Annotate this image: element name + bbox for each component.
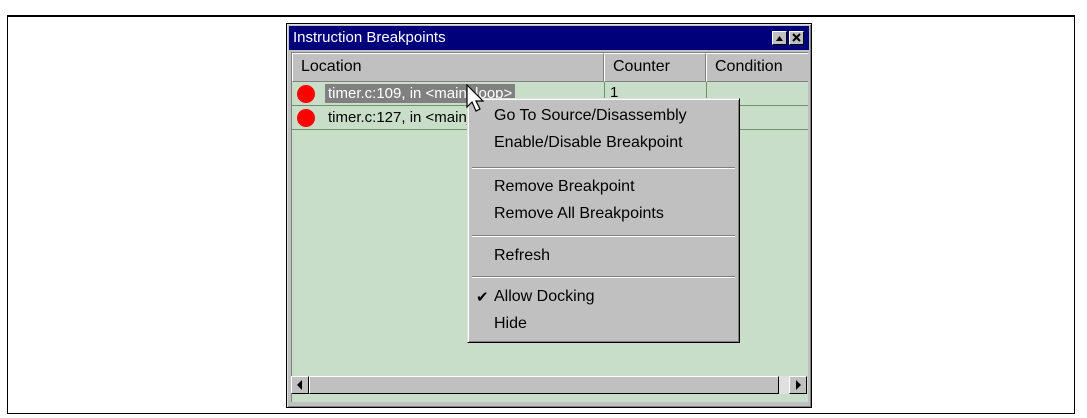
menu-item-hide[interactable]: Hide xyxy=(471,312,736,336)
menu-item-enable-disable[interactable]: Enable/Disable Breakpoint xyxy=(471,131,736,155)
menu-separator xyxy=(472,235,735,237)
window-titlebar[interactable]: Instruction Breakpoints xyxy=(289,26,809,50)
window-title: Instruction Breakpoints xyxy=(293,29,446,46)
context-menu: Go To Source/Disassembly Enable/Disable … xyxy=(467,98,740,343)
column-header-location[interactable]: Location xyxy=(292,53,604,82)
menu-item-go-to-source[interactable]: Go To Source/Disassembly xyxy=(471,104,736,128)
arrow-left-icon xyxy=(297,380,302,390)
breakpoint-icon xyxy=(297,109,315,127)
menu-item-remove-breakpoint[interactable]: Remove Breakpoint xyxy=(471,175,736,199)
scroll-thumb[interactable] xyxy=(309,376,779,394)
menu-item-remove-all[interactable]: Remove All Breakpoints xyxy=(471,202,736,226)
close-button[interactable] xyxy=(789,31,804,45)
checkmark-icon: ✔ xyxy=(476,289,489,306)
breakpoint-icon xyxy=(297,85,315,103)
column-header-condition[interactable]: Condition xyxy=(706,53,808,82)
menu-item-refresh[interactable]: Refresh xyxy=(471,244,736,268)
horizontal-scrollbar[interactable] xyxy=(291,376,807,394)
scroll-left-button[interactable] xyxy=(291,376,309,394)
column-header-counter[interactable]: Counter xyxy=(604,53,706,82)
restore-icon xyxy=(776,36,783,41)
menu-separator xyxy=(472,276,735,278)
restore-button[interactable] xyxy=(772,31,787,45)
mouse-pointer-icon xyxy=(466,84,485,112)
menu-item-allow-docking[interactable]: ✔ Allow Docking xyxy=(471,285,736,309)
close-icon xyxy=(792,33,801,42)
scroll-right-button[interactable] xyxy=(789,376,807,394)
menu-separator xyxy=(472,167,735,169)
arrow-right-icon xyxy=(796,380,801,390)
